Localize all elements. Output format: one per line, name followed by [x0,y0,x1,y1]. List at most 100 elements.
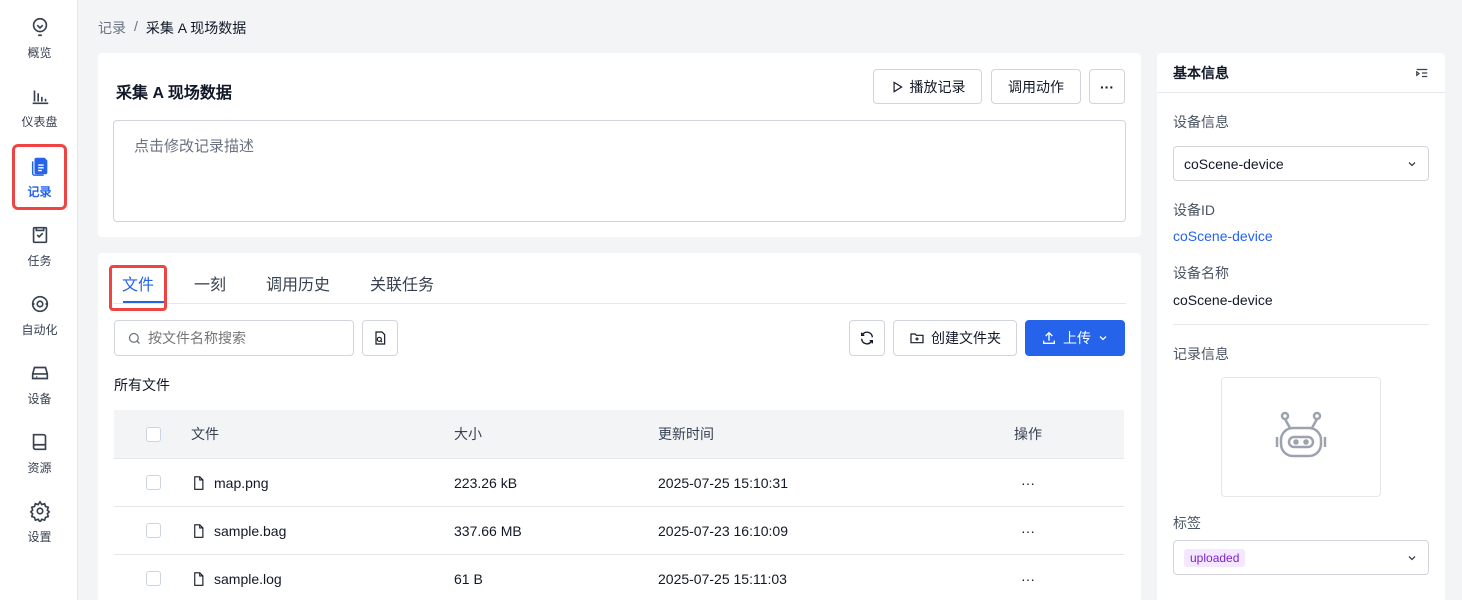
table-row[interactable]: sample.log 61 B 2025-07-25 15:11:03 ··· [114,555,1124,600]
invoke-action-label: 调用动作 [1008,78,1064,95]
file-search-input[interactable] [148,330,338,346]
record-info-label: 记录信息 [1173,346,1229,362]
nav-item-dashboard[interactable]: 仪表盘 [12,74,67,140]
nav-item-automation[interactable]: 自动化 [12,282,67,348]
tab-bar: 文件 一刻 调用历史 关联任务 [109,253,1126,311]
refresh-icon [861,331,873,345]
tab-files[interactable]: 文件 [122,271,154,295]
table-row[interactable]: sample.bag 337.66 MB 2025-07-23 16:10:09… [114,507,1124,555]
breadcrumb-parent[interactable]: 记录 [98,18,126,38]
file-name-cell: sample.bag [191,523,454,539]
upload-icon [1043,331,1055,344]
book-icon [32,433,46,450]
nav-item-records[interactable]: 记录 [12,144,67,210]
tab-moments[interactable]: 一刻 [194,271,226,295]
tab-invoke-history[interactable]: 调用历史 [266,271,330,295]
record-title: 采集 A 现场数据 [116,85,232,102]
file-name[interactable]: map.png [214,475,268,491]
nav-item-overview[interactable]: 概览 [12,5,67,71]
nav-label: 任务 [27,253,52,268]
row-checkbox[interactable] [146,475,161,490]
create-folder-label: 创建文件夹 [931,330,1001,346]
file-size: 223.26 kB [454,474,518,491]
device-name-value: coScene-device [1173,292,1273,308]
file-name-cell: map.png [191,475,454,491]
panel-header: 基本信息 [1157,53,1445,93]
left-nav: 概览 仪表盘 记录 任务 自动化 设备 资源 设置 [0,0,78,600]
nav-item-settings[interactable]: 设置 [12,489,67,555]
nav-label: 资源 [27,460,52,475]
row-checkbox[interactable] [146,523,161,538]
device-select[interactable]: coScene-device [1173,146,1429,181]
automation-icon [31,295,48,312]
col-time: 更新时间 [658,426,714,442]
nav-item-tasks[interactable]: 任务 [12,213,67,279]
invoke-action-button[interactable]: 调用动作 [991,69,1081,104]
device-icon [31,366,48,379]
lightbulb-icon [32,17,47,36]
play-icon [893,80,903,93]
record-description-field[interactable]: 点击修改记录描述 [113,120,1126,222]
file-icon [194,571,204,586]
row-more-button[interactable]: ··· [988,523,1068,539]
file-filter-button[interactable] [362,320,398,356]
table-header: 文件 大小 更新时间 操作 [114,410,1124,459]
play-record-button[interactable]: 播放记录 [873,69,982,104]
nav-label: 概览 [27,45,52,60]
breadcrumb: 记录 / 采集 A 现场数据 [98,18,246,38]
file-size: 337.66 MB [454,522,522,539]
breadcrumb-current: 采集 A 现场数据 [145,20,247,36]
panel-title: 基本信息 [1173,64,1229,81]
create-folder-button[interactable]: 创建文件夹 [893,320,1017,356]
refresh-button[interactable] [849,320,885,356]
tags-select[interactable]: uploaded [1173,540,1429,575]
nav-item-resources[interactable]: 资源 [12,420,67,486]
row-checkbox-cell [114,571,191,586]
nav-item-devices[interactable]: 设备 [12,351,67,417]
task-icon [32,226,47,243]
play-record-label: 播放记录 [909,78,966,95]
file-time: 2025-07-23 16:10:09 [658,522,788,539]
row-more-button[interactable]: ··· [988,571,1068,587]
tab-related-tasks[interactable]: 关联任务 [370,271,434,295]
more-button[interactable]: ··· [1089,69,1125,104]
panel-divider [1173,324,1429,325]
nav-label: 仪表盘 [21,114,58,129]
nav-label: 设备 [27,391,52,406]
select-all-checkbox-cell [114,426,191,442]
device-name-label: 设备名称 [1173,265,1229,281]
all-files-label: 所有文件 [114,377,170,393]
select-all-checkbox[interactable] [146,426,161,442]
nav-label: 设置 [27,529,52,544]
row-more-button[interactable]: ··· [988,475,1068,491]
chevron-down-icon [1408,555,1416,560]
search-icon [128,332,140,344]
device-id-link[interactable]: coScene-device [1173,228,1273,244]
file-name[interactable]: sample.log [214,571,282,587]
nav-label: 自动化 [21,322,58,337]
upload-button[interactable]: 上传 [1025,320,1125,356]
bar-chart-icon [32,90,48,104]
device-select-value: coScene-device [1184,155,1284,172]
col-name: 文件 [191,426,219,442]
table-row[interactable]: map.png 223.26 kB 2025-07-25 15:10:31 ··… [114,459,1124,507]
gear-icon [29,499,50,522]
row-checkbox-cell [114,523,191,538]
row-checkbox[interactable] [146,571,161,586]
row-checkbox-cell [114,475,191,490]
device-info-label: 设备信息 [1173,114,1229,130]
file-time: 2025-07-25 15:11:03 [658,570,787,587]
description-placeholder: 点击修改记录描述 [134,138,255,155]
tags-label: 标签 [1173,515,1201,531]
upload-label: 上传 [1063,330,1091,346]
chevron-down-icon [1099,336,1107,341]
collapse-panel-icon[interactable] [1415,66,1429,80]
more-icon: ··· [1100,78,1114,95]
file-name[interactable]: sample.bag [214,523,286,539]
robot-avatar [1221,377,1381,497]
nav-label: 记录 [27,184,52,199]
files-table: 文件 大小 更新时间 操作 map.png 223.26 kB 2025-07-… [114,410,1124,600]
file-name-cell: sample.log [191,571,454,587]
active-tab-underline [123,301,164,303]
robot-icon [1275,411,1327,458]
